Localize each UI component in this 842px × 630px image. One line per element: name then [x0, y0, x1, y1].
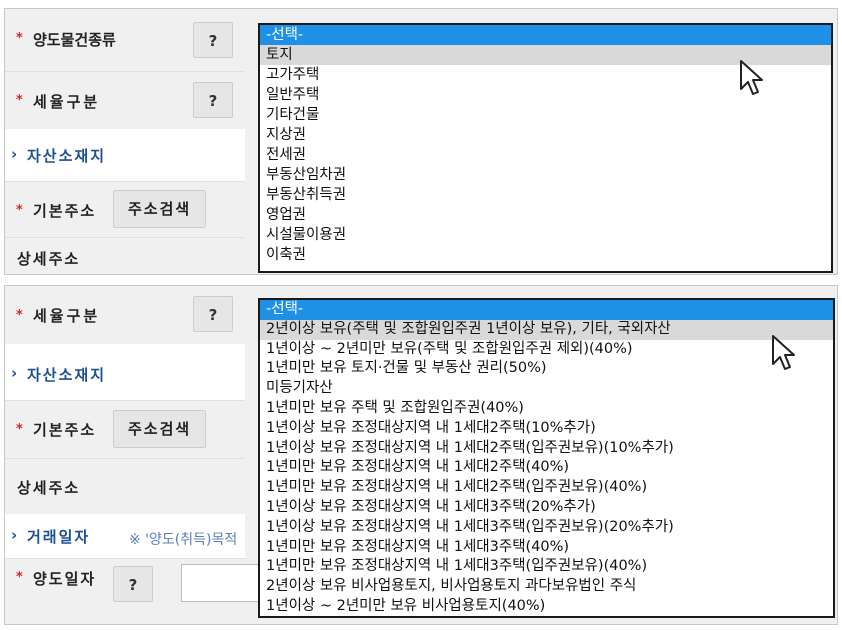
dropdown-option[interactable]: 부동산취득권	[260, 185, 831, 205]
dropdown-option[interactable]: 1년미만 보유 토지·건물 및 부동산 권리(50%)	[260, 359, 833, 379]
row-transfer-type: * 양도물건종류 ?	[5, 9, 245, 72]
row-tax-class: * 세율구분 ?	[5, 286, 245, 345]
row-tax-class: * 세율구분 ?	[5, 71, 245, 130]
asset-location-heading: 자산소재지	[27, 366, 107, 384]
mouse-pointer-icon	[772, 335, 795, 370]
basic-address-label: 기본주소	[33, 421, 97, 439]
dropdown-option[interactable]: 미등기자산	[260, 379, 833, 399]
dropdown-option[interactable]: 1년이상 보유 조정대상지역 내 1세대3주택(입주권보유)(20%추가)	[260, 518, 833, 538]
tax-class-label: 세율구분	[33, 307, 101, 325]
address-search-button[interactable]: 주소검색	[113, 190, 207, 228]
dropdown-option[interactable]: 시설물이용권	[260, 225, 831, 245]
dropdown-option[interactable]: 부동산임차권	[260, 165, 831, 185]
tax-class-dropdown-list[interactable]: -선택- 2년이상 보유(주택 및 조합원입주권 1년이상 보유), 기타, 국외…	[258, 298, 835, 618]
dropdown-option[interactable]: 기타건물	[260, 105, 831, 125]
dropdown-option[interactable]: 1년미만 보유 조정대상지역 내 1세대3주택(40%)	[260, 538, 833, 558]
transfer-date-input[interactable]	[181, 564, 261, 602]
row-detail-address: 상세주소	[5, 237, 245, 274]
dropdown-option[interactable]: 1년이상 보유 조정대상지역 내 1세대2주택(입주권보유)(10%추가)	[260, 439, 833, 459]
tax-class-help-button[interactable]: ?	[193, 296, 233, 332]
required-star-icon: *	[16, 31, 23, 46]
dropdown-option[interactable]: 1년이상 ~ 2년미만 보유 비사업용토지(40%)	[260, 597, 833, 616]
dropdown-option[interactable]: 2년이상 보유(주택 및 조합원입주권 1년이상 보유), 기타, 국외자산	[260, 319, 833, 340]
dropdown-option[interactable]: 1년미만 보유 조정대상지역 내 1세대2주택(40%)	[260, 458, 833, 478]
transfer-date-help-button[interactable]: ?	[113, 566, 153, 602]
dropdown-option[interactable]: -선택-	[260, 25, 831, 45]
row-detail-address: 상세주소	[5, 458, 245, 514]
required-star-icon: *	[16, 203, 23, 218]
chevron-right-icon: ›	[11, 526, 18, 544]
dropdown-option[interactable]: 지상권	[260, 125, 831, 145]
required-star-icon: *	[16, 93, 23, 108]
section-asset-location: › 자산소재지	[5, 129, 245, 182]
transfer-date-label: 양도일자	[33, 570, 97, 588]
required-star-icon: *	[16, 422, 23, 437]
dropdown-option[interactable]: 1년이상 보유 조정대상지역 내 1세대3주택(20%추가)	[260, 498, 833, 518]
dropdown-option[interactable]: 1년이상 보유 조정대상지역 내 1세대2주택(10%추가)	[260, 419, 833, 439]
detail-address-label: 상세주소	[17, 479, 81, 497]
dropdown-option[interactable]: 2년이상 보유 비사업용토지, 비사업용토지 과다보유법인 주식	[260, 577, 833, 597]
required-star-icon: *	[16, 308, 23, 323]
transfer-type-help-button[interactable]: ?	[193, 22, 233, 58]
dropdown-option[interactable]: 1년이상 ~ 2년미만 보유(주택 및 조합원입주권 제외)(40%)	[260, 340, 833, 360]
mouse-pointer-icon	[740, 60, 763, 95]
dropdown-option[interactable]: 영업권	[260, 205, 831, 225]
top-form-panel: * 양도물건종류 ? * 세율구분 ? › 자산소재지 * 기본주소 주소검색 …	[4, 8, 838, 275]
row-basic-address: * 기본주소 주소검색	[5, 400, 245, 459]
tax-class-help-button[interactable]: ?	[193, 82, 233, 118]
detail-address-label: 상세주소	[17, 250, 81, 268]
section-asset-location: › 자산소재지	[5, 344, 245, 401]
transfer-type-label: 양도물건종류	[33, 31, 116, 49]
required-star-icon: *	[16, 570, 23, 585]
dropdown-option[interactable]: 1년미만 보유 조정대상지역 내 1세대3주택(입주권보유)(40%)	[260, 557, 833, 577]
dropdown-option[interactable]: 1년미만 보유 주택 및 조합원입주권(40%)	[260, 399, 833, 419]
row-basic-address: * 기본주소 주소검색	[5, 181, 245, 238]
chevron-right-icon: ›	[11, 364, 18, 382]
dropdown-option[interactable]: -선택-	[260, 300, 833, 320]
address-search-button[interactable]: 주소검색	[113, 410, 207, 448]
dropdown-option[interactable]: 이축권	[260, 245, 831, 265]
trade-date-heading: 거래일자	[27, 528, 91, 546]
dropdown-option[interactable]: 1년미만 보유 조정대상지역 내 1세대2주택(입주권보유)(40%)	[260, 478, 833, 498]
tax-class-label: 세율구분	[33, 93, 101, 111]
chevron-right-icon: ›	[11, 145, 18, 163]
dropdown-option[interactable]: 전세권	[260, 145, 831, 165]
basic-address-label: 기본주소	[33, 202, 97, 220]
trade-date-note: ※ '양도(취득)목적	[129, 532, 238, 548]
asset-location-heading: 자산소재지	[27, 147, 107, 165]
bottom-form-panel: * 세율구분 ? › 자산소재지 * 기본주소 주소검색 상세주소 › 거래일자…	[4, 285, 838, 625]
